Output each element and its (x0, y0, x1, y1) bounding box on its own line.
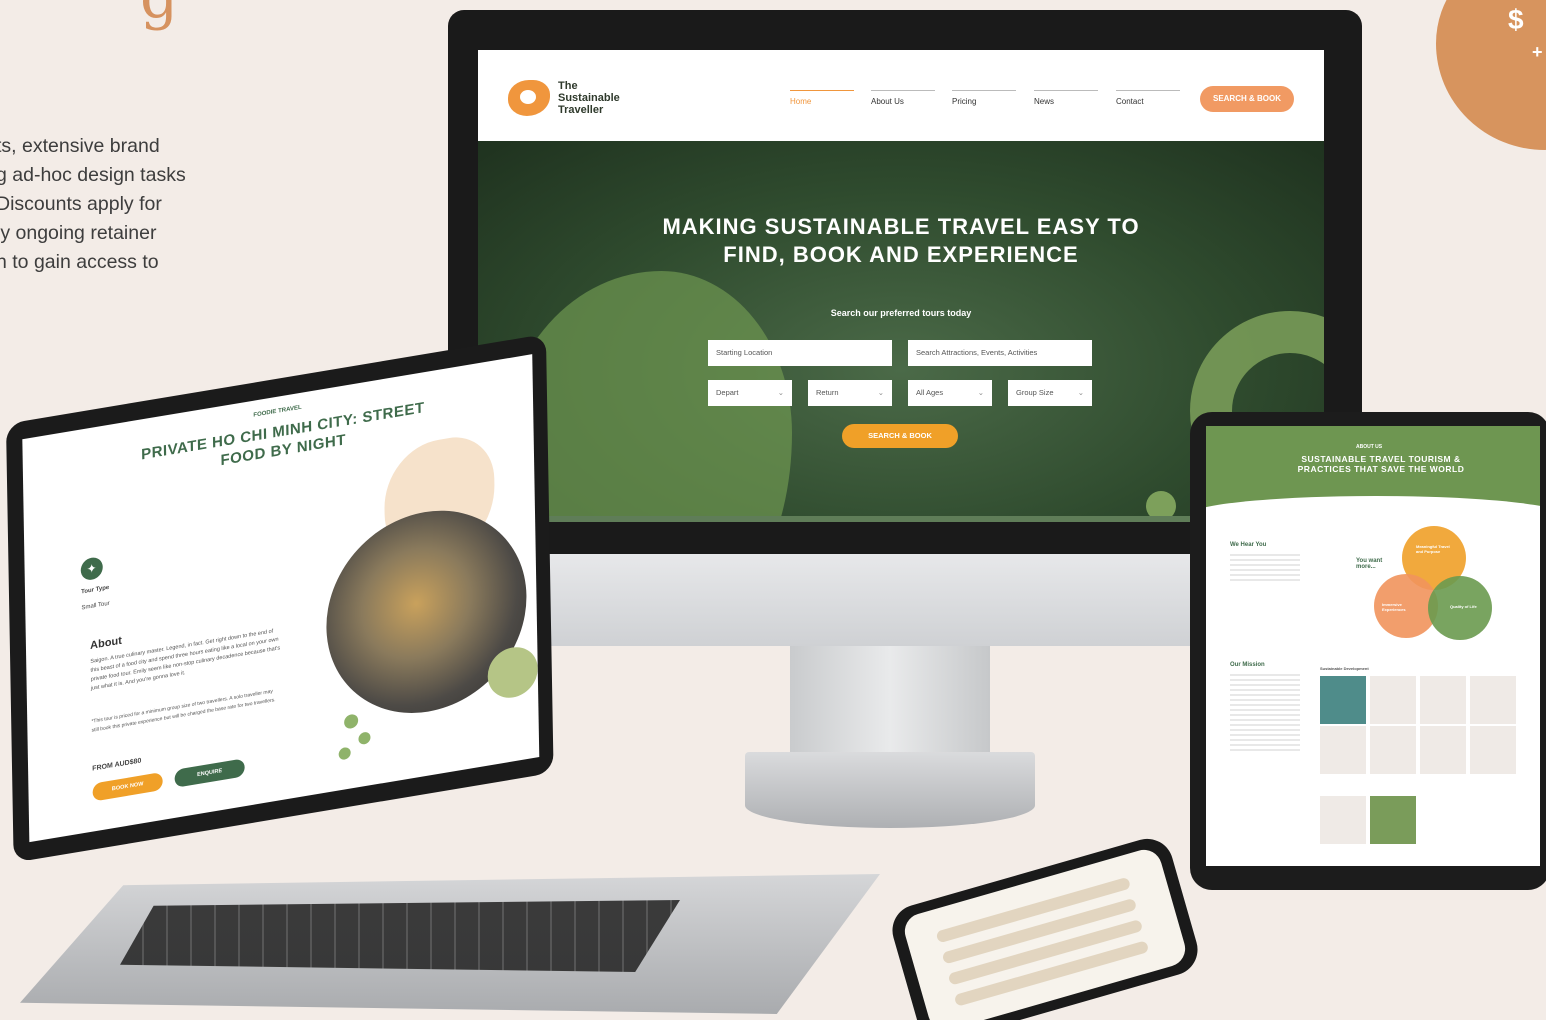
walking-person-icon: ✦ (80, 555, 103, 582)
brand-line: Traveller (558, 104, 604, 116)
dot-decoration (358, 731, 371, 746)
hero-subtitle: Search our preferred tours today (830, 308, 972, 318)
price-badge: $ + (1436, 0, 1546, 150)
enquire-button[interactable]: ENQUIRE (174, 758, 245, 788)
brand-line: The (558, 80, 578, 92)
mission-tile[interactable] (1370, 796, 1416, 844)
paragraph-placeholder (1230, 554, 1300, 584)
return-label: Return (816, 388, 839, 397)
mission-tile[interactable] (1470, 726, 1516, 774)
laptop: FOODIE TRAVEL PRIVATE HO CHI MINH CITY: … (6, 326, 604, 903)
tour-type-label: Tour Type (81, 584, 110, 596)
chevron-down-icon: ⌄ (877, 388, 884, 397)
group-size-label: Group Size (1016, 388, 1054, 397)
description-line: g ad-hoc design tasks (0, 164, 186, 186)
mission-tile[interactable] (1370, 676, 1416, 724)
venn-label-right: Quality of Life (1450, 604, 1477, 609)
site-header: The Sustainable Traveller Home About Us … (478, 50, 1324, 141)
laptop-website-screen: FOODIE TRAVEL PRIVATE HO CHI MINH CITY: … (22, 354, 540, 843)
dot-decoration (344, 713, 359, 730)
chevron-down-icon: ⌄ (977, 388, 984, 397)
price-plus: + (1532, 42, 1543, 62)
mission-tile[interactable] (1320, 726, 1366, 774)
nav-contact[interactable]: Contact (1116, 90, 1180, 106)
ages-select[interactable]: All Ages ⌄ (908, 380, 992, 406)
desktop-stand-base (745, 752, 1035, 828)
focus-heading: Sustainable Development (1320, 666, 1369, 671)
nav-pricing[interactable]: Pricing (952, 90, 1016, 106)
mission-tile[interactable] (1370, 726, 1416, 774)
book-now-button[interactable]: BOOK NOW (92, 771, 163, 802)
hero-search-book-button[interactable]: SEARCH & BOOK (842, 424, 958, 448)
tablet-kicker: ABOUT US (1356, 444, 1383, 450)
ages-label: All Ages (916, 388, 944, 397)
chevron-down-icon: ⌄ (777, 388, 784, 397)
description-line: h to gain access to (0, 251, 159, 273)
tour-price: FROM AUD$80 (92, 757, 142, 773)
depart-select[interactable]: Depart ⌄ (708, 380, 792, 406)
description-line: ts, extensive brand (0, 135, 160, 157)
phone (886, 832, 1204, 1020)
mission-tile[interactable] (1470, 676, 1516, 724)
we-hear-you-heading: We Hear You (1230, 542, 1267, 548)
mission-tile[interactable] (1320, 676, 1366, 724)
about-heading: About (90, 634, 122, 652)
brand-line: Sustainable (558, 92, 620, 104)
you-want-more: You want more... (1356, 558, 1383, 570)
hero-title: MAKING SUSTAINABLE TRAVEL EASY TO FIND, … (662, 214, 1140, 267)
desktop-stand (790, 646, 990, 756)
header-search-book-button[interactable]: SEARCH & BOOK (1200, 86, 1294, 112)
tablet-website-screen: ABOUT US SUSTAINABLE TRAVEL TOURISM & PR… (1206, 426, 1540, 866)
description-line: ly ongoing retainer (0, 222, 157, 244)
brand-name[interactable]: The Sustainable Traveller (558, 80, 648, 116)
chevron-down-icon: ⌄ (1077, 388, 1084, 397)
depart-label: Depart (716, 388, 739, 397)
phone-screen (900, 845, 1190, 1020)
starting-location-input[interactable]: Starting Location (708, 340, 892, 366)
our-mission-heading: Our Mission (1230, 662, 1265, 668)
venn-label-left: Immersive Experiences (1382, 602, 1406, 612)
brand-logo-icon[interactable] (508, 80, 550, 116)
tablet-title: SUSTAINABLE TRAVEL TOURISM & PRACTICES T… (1297, 454, 1465, 474)
dot-decoration (338, 746, 351, 761)
nav-news[interactable]: News (1034, 90, 1098, 106)
price-value: $ (1508, 4, 1524, 35)
service-description: ts, extensive brand g ad-hoc design task… (0, 132, 276, 277)
tour-type-value: Small Tour (81, 600, 110, 612)
heading-fragment: g (140, 0, 178, 32)
return-select[interactable]: Return ⌄ (808, 380, 892, 406)
pricing-note: *This tour is priced for a minimum group… (91, 688, 276, 734)
mission-tile[interactable] (1420, 726, 1466, 774)
search-attractions-input[interactable]: Search Attractions, Events, Activities (908, 340, 1092, 366)
group-size-select[interactable]: Group Size ⌄ (1008, 380, 1092, 406)
paragraph-placeholder (1230, 674, 1300, 754)
nav-home[interactable]: Home (790, 90, 854, 106)
venn-label-top: Meaningful Travel and Purpose (1416, 544, 1450, 554)
mission-tile[interactable] (1420, 676, 1466, 724)
wave-decoration (1206, 496, 1540, 536)
mission-tile[interactable] (1320, 796, 1366, 844)
description-line: Discounts apply for (0, 193, 162, 215)
nav-about[interactable]: About Us (871, 90, 935, 106)
laptop-keyboard (120, 900, 680, 972)
